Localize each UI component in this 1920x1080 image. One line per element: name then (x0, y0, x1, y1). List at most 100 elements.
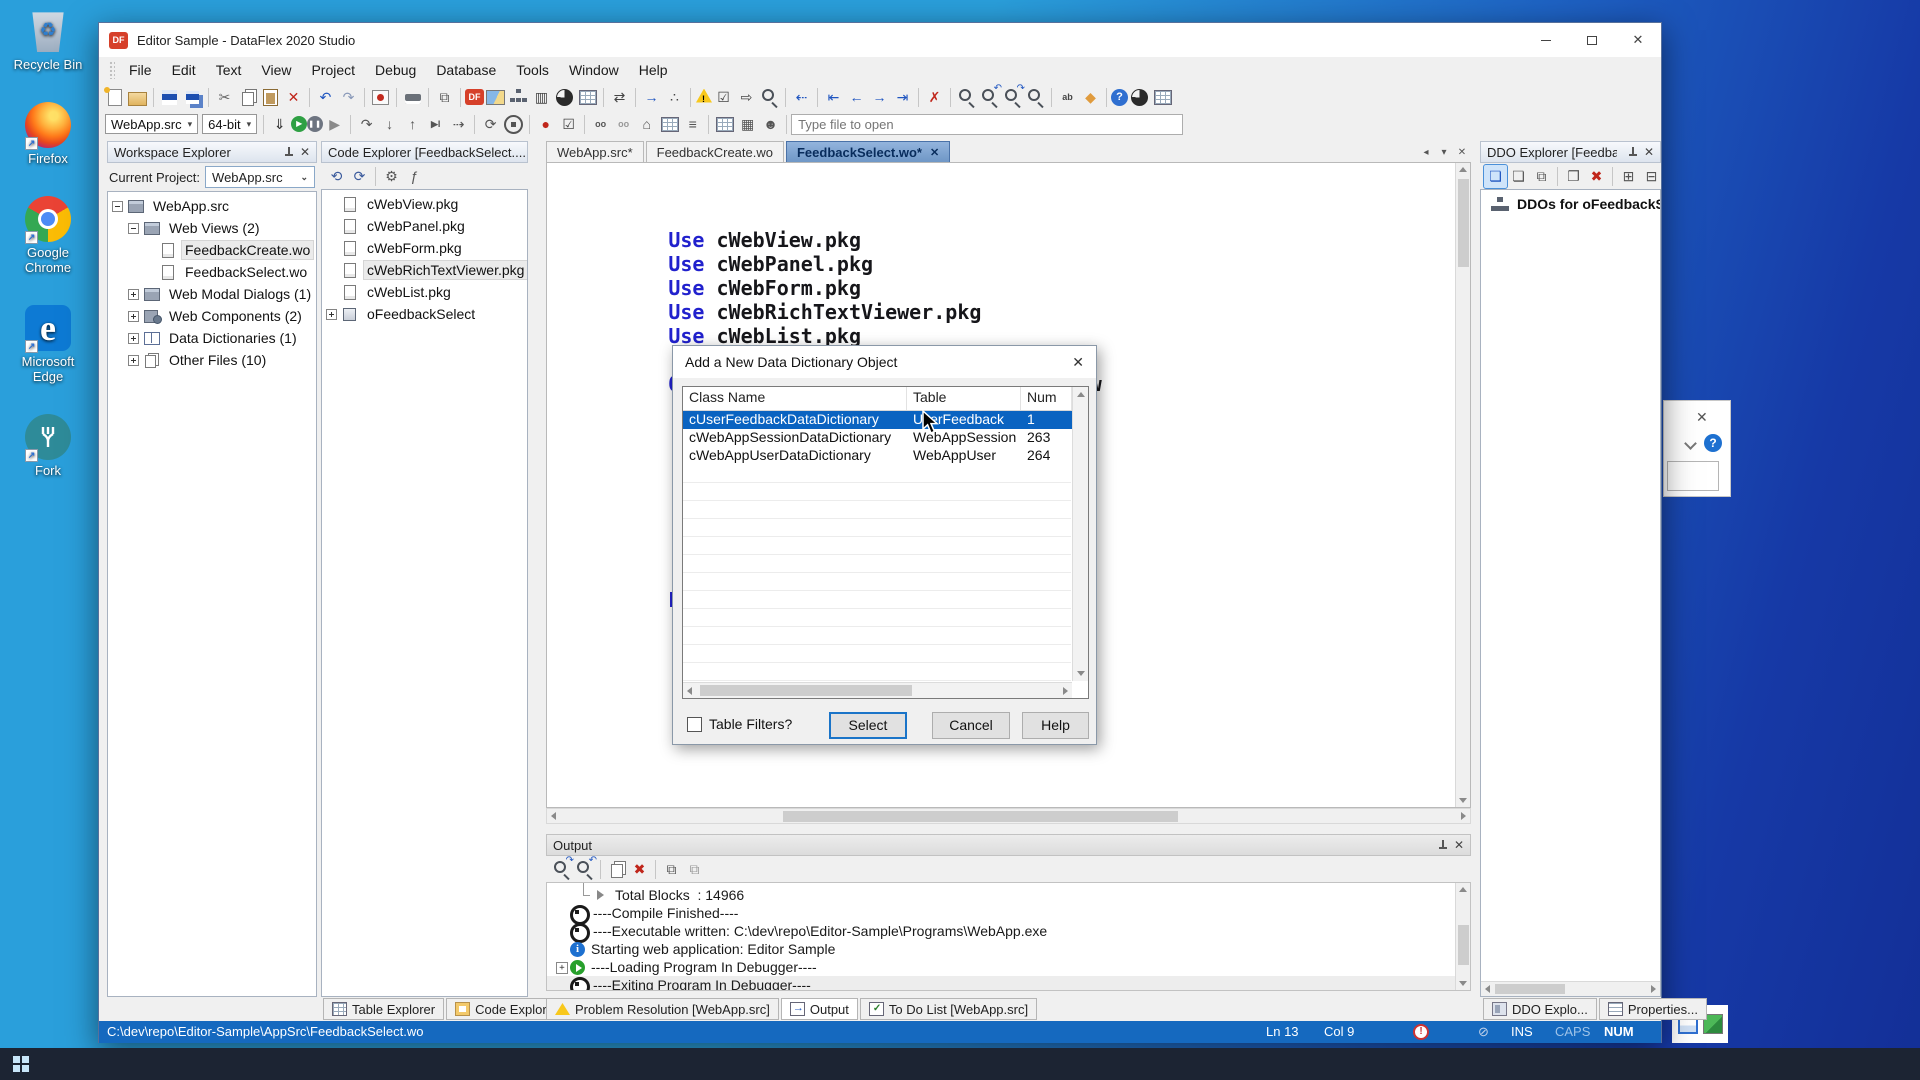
save-all-icon[interactable] (181, 86, 204, 109)
close-panel-icon[interactable]: ✕ (1644, 145, 1654, 159)
undo-icon[interactable]: ↶ (314, 86, 337, 109)
output-line[interactable]: ----Loading Program In Debugger---- (547, 958, 1470, 976)
table-row[interactable]: cWebAppUserDataDictionary WebAppUser 264 (683, 447, 1088, 465)
minimize-button[interactable] (1523, 23, 1569, 57)
call-stack-icon[interactable]: ≡ (681, 113, 704, 136)
output-line[interactable]: Starting web application: Editor Sample (547, 940, 1470, 958)
image-tool-icon[interactable] (484, 86, 507, 109)
menu-item[interactable]: View (251, 59, 301, 81)
tree-expander-icon[interactable] (128, 223, 139, 234)
clipboard-panes-icon[interactable]: ⧉ (433, 86, 456, 109)
find-previous-output-icon[interactable]: ↶ (573, 858, 596, 881)
run-icon[interactable]: ▶ (291, 116, 307, 132)
platform-combo[interactable]: 64-bit▾ (202, 114, 257, 134)
editor-tab[interactable]: WebApp.src* (546, 141, 644, 162)
toggle-breakpoint-icon[interactable]: ● (534, 113, 557, 136)
pin-icon[interactable] (283, 147, 294, 158)
column-header[interactable]: Num (1021, 387, 1072, 410)
menu-item[interactable]: Edit (162, 59, 206, 81)
table-row[interactable]: cUserFeedbackDataDictionary UserFeedback… (683, 411, 1088, 429)
help-button[interactable]: Help (1022, 712, 1089, 739)
column-header[interactable]: Class Name (683, 387, 907, 410)
tab-scroll-left-icon[interactable]: ◂ (1417, 144, 1435, 162)
close-panel-icon[interactable]: ✕ (1454, 838, 1464, 852)
locals-icon[interactable]: ⌂ (635, 113, 658, 136)
copy-output-icon[interactable] (605, 858, 628, 881)
tree-item[interactable]: Other Files (10) (108, 349, 316, 371)
run-to-cursor-icon[interactable]: ▶I (424, 113, 447, 136)
cancel-button[interactable]: Cancel (932, 712, 1010, 739)
step-into-icon[interactable]: ↓ (378, 113, 401, 136)
close-icon[interactable]: ✕ (1696, 409, 1708, 426)
open-file-icon[interactable] (126, 86, 149, 109)
dataflex-tool-icon[interactable]: DF (465, 89, 484, 105)
collapse-output-icon[interactable]: ⧉ (683, 858, 706, 881)
output-line[interactable]: ----Compile Finished---- (547, 904, 1470, 922)
editor-horizontal-scrollbar[interactable] (546, 808, 1471, 824)
workspace-explorer-header[interactable]: Workspace Explorer ✕ (107, 141, 317, 163)
clear-output-icon[interactable]: ✖ (628, 858, 651, 881)
editor-tab[interactable]: FeedbackSelect.wo* ✕ (786, 141, 950, 162)
tree-expander-icon[interactable] (128, 355, 139, 366)
find-previous-icon[interactable]: ↶ (978, 86, 1001, 109)
menu-item[interactable]: Window (559, 59, 629, 81)
desktop-icon[interactable]: ↗ Fork (8, 414, 88, 478)
paste-icon[interactable] (259, 86, 282, 109)
todo-list-icon[interactable]: ☑ (712, 86, 735, 109)
output-log[interactable]: Total Blocks : 14966 ----Compile Finishe… (546, 882, 1471, 991)
tree-expander-icon[interactable] (128, 289, 139, 300)
project-combo[interactable]: WebApp.src▾ (105, 114, 198, 134)
help-icon[interactable]: ? (1111, 89, 1128, 106)
desktop-icon[interactable]: e ↗ Microsoft Edge (8, 305, 88, 384)
menu-item[interactable]: File (119, 59, 162, 81)
tree-item[interactable]: cWebRichTextViewer.pkg (322, 259, 527, 281)
output-line[interactable]: Total Blocks : 14966 (547, 886, 1470, 904)
step-over-icon[interactable]: ↷ (355, 113, 378, 136)
tree-item[interactable]: FeedbackCreate.wo (108, 239, 316, 261)
dialog-close-icon[interactable]: ✕ (1072, 354, 1084, 371)
table-vertical-scrollbar[interactable] (1072, 387, 1088, 681)
copy-icon[interactable] (236, 86, 259, 109)
grid-view-icon[interactable] (1151, 86, 1174, 109)
current-project-combo[interactable]: WebApp.src⌄ (205, 166, 315, 188)
output-vertical-scrollbar[interactable] (1455, 883, 1470, 990)
pause-icon[interactable]: ❚❚ (307, 116, 323, 132)
next-bookmark-icon[interactable]: → (868, 86, 891, 109)
search-workspace-icon[interactable] (1024, 86, 1047, 109)
array-viewer-icon[interactable] (658, 113, 681, 136)
menu-item[interactable]: Database (426, 59, 506, 81)
tree-item[interactable]: cWebForm.pkg (322, 237, 527, 259)
tree-item[interactable]: cWebPanel.pkg (322, 215, 527, 237)
find-next-icon[interactable]: ↷ (1001, 86, 1024, 109)
menu-item[interactable]: Help (629, 59, 678, 81)
close-button[interactable]: ✕ (1615, 23, 1661, 57)
open-file-input[interactable] (791, 114, 1183, 135)
set-next-statement-icon[interactable]: ⇢ (447, 113, 470, 136)
copy-ddo-icon[interactable]: ⧉ (1530, 165, 1553, 188)
menu-item[interactable]: Project (301, 59, 365, 81)
export-icon[interactable]: ⇨ (735, 86, 758, 109)
column-header[interactable]: Table (907, 387, 1021, 410)
tree-item[interactable]: Web Views (2) (108, 217, 316, 239)
tree-item[interactable]: oFeedbackSelect (322, 303, 527, 325)
breakpoints-window-icon[interactable]: ☑ (557, 113, 580, 136)
replace-icon[interactable]: ab (1056, 86, 1079, 109)
delete-ddo-icon[interactable]: ✖ (1585, 165, 1608, 188)
editor-tab[interactable]: FeedbackCreate.wo (646, 141, 784, 162)
tree-item[interactable]: FeedbackSelect.wo (108, 261, 316, 283)
error-indicator-icon[interactable]: ! (1413, 1024, 1429, 1040)
tree-item[interactable]: cWebList.pkg (322, 281, 527, 303)
tab-close-icon[interactable]: ✕ (1453, 144, 1471, 162)
expand-ddo-icon[interactable]: ⊞ (1617, 165, 1640, 188)
tree-item[interactable]: DDOs for oFeedbackSele (1481, 193, 1660, 215)
compile-icon[interactable]: ⇓ (268, 113, 291, 136)
print-icon[interactable] (401, 86, 424, 109)
dock-tab[interactable]: Problem Resolution [WebApp.src] (546, 998, 779, 1020)
sync-icon[interactable]: ⟳ (348, 165, 371, 188)
tree-item[interactable]: Web Components (2) (108, 305, 316, 327)
watches-icon[interactable]: oo (589, 113, 612, 136)
chevron-down-icon[interactable] (1684, 437, 1697, 450)
desktop-icon[interactable]: ♻ Recycle Bin (8, 8, 88, 72)
spelling-off-icon[interactable]: ✗ (923, 86, 946, 109)
table-row[interactable]: cWebAppSessionDataDictionary WebAppSessi… (683, 429, 1088, 447)
